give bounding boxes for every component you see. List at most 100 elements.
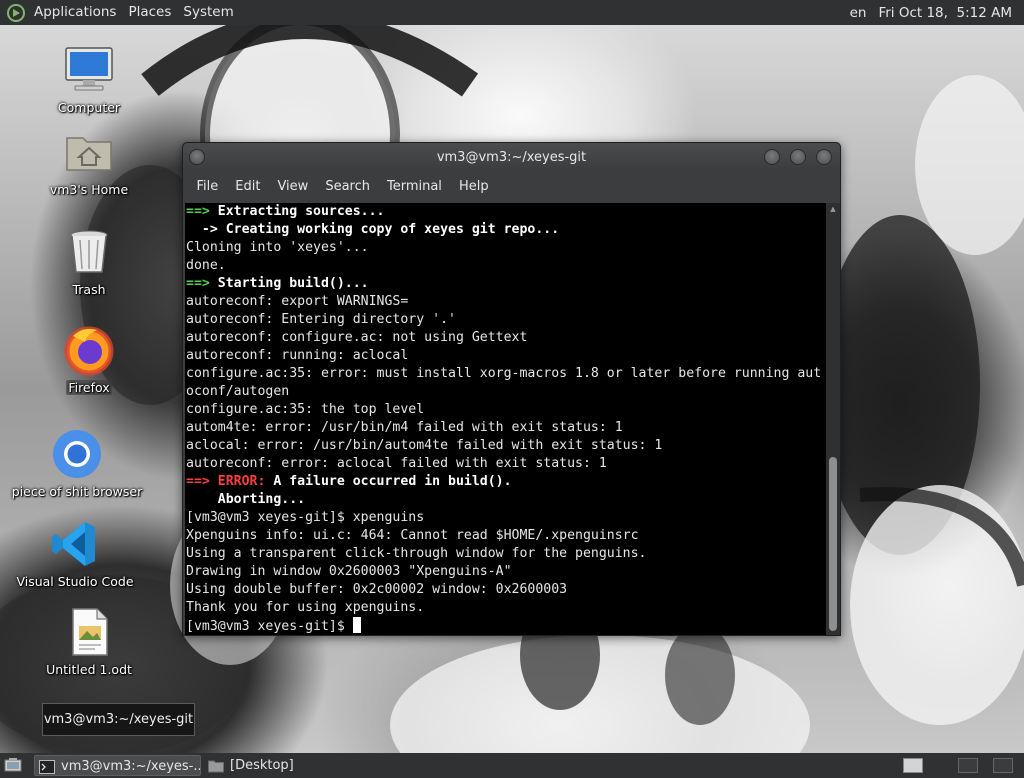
scrollbar-thumb[interactable]	[829, 457, 837, 631]
terminal-line-prefix: ==>	[186, 276, 210, 291]
menu-edit[interactable]: Edit	[227, 172, 269, 202]
menu-help[interactable]: Help	[450, 172, 497, 202]
workspace-2[interactable]	[958, 758, 978, 773]
menu-view[interactable]: View	[269, 172, 317, 202]
terminal-line-text: Xpenguins info: ui.c: 464: Cannot read $…	[186, 528, 639, 543]
terminal-window[interactable]: vm3@vm3:~/xeyes-git File Edit View Searc…	[182, 142, 841, 636]
close-button[interactable]	[816, 149, 832, 165]
menu-search[interactable]: Search	[317, 172, 379, 202]
terminal-line-text: autoreconf: running: aclocal	[186, 348, 409, 363]
desktop-icon-vscode[interactable]: Visual Studio Code	[0, 518, 150, 589]
taskbar-task-label: [Desktop]	[230, 758, 294, 773]
terminal-line: [vm3@vm3 xeyes-git]$ xpenguins	[186, 509, 424, 527]
terminal-line-text: autoreconf: export WARNINGS=	[186, 294, 409, 309]
terminal-line: oconf/autogen	[186, 383, 289, 401]
terminal-line-text: Starting build()...	[209, 276, 369, 291]
desktop-icon-trash[interactable]: Trash	[14, 226, 164, 297]
desktop-icon-label: Visual Studio Code	[16, 574, 134, 589]
terminal-line-text: autom4te: error: /usr/bin/m4 failed with…	[186, 420, 623, 435]
maximize-button[interactable]	[790, 149, 806, 165]
trash-icon	[70, 230, 108, 273]
terminal-line-text: configure.ac:35: the top level	[186, 402, 425, 417]
bottom-taskbar: vm3@vm3:~/xeyes-... [Desktop]	[0, 753, 1024, 778]
terminal-line: autoreconf: error: aclocal failed with e…	[186, 455, 607, 473]
menu-terminal[interactable]: Terminal	[378, 172, 450, 202]
terminal-scrollbar[interactable]: ▲	[826, 203, 840, 635]
top-panel: Applications Places System en Fri Oct 18…	[0, 0, 1024, 25]
taskbar-task-label: vm3@vm3:~/xeyes-...	[61, 759, 201, 774]
terminal-menubar: File Edit View Search Terminal Help	[183, 172, 840, 202]
terminal-line: configure.ac:35: the top level	[186, 401, 424, 419]
desktop-icon-firefox[interactable]: Firefox	[14, 324, 164, 395]
terminal-output[interactable]: ==> Extracting sources... -> Creating wo…	[185, 203, 826, 635]
show-desktop-icon[interactable]	[4, 757, 22, 773]
terminal-line-text: Using a transparent click-through window…	[186, 546, 647, 561]
vscode-icon	[52, 522, 95, 566]
terminal-line: autoreconf: running: aclocal	[186, 347, 408, 365]
desktop-icon-label: Computer	[57, 100, 121, 115]
terminal-line: done.	[186, 257, 226, 275]
terminal-line-text: oconf/autogen	[186, 384, 290, 399]
firefox-icon	[64, 326, 114, 376]
places-menu[interactable]: Places	[122, 0, 177, 25]
terminal-line: -> Creating working copy of xeyes git re…	[186, 221, 559, 239]
terminal-line: ==> Extracting sources...	[186, 203, 385, 221]
terminal-line-text: A failure occurred in build().	[265, 474, 512, 489]
desktop-icon-label: vm3's Home	[49, 182, 129, 197]
terminal-line: autoreconf: configure.ac: not using Gett…	[186, 329, 527, 347]
computer-icon	[65, 47, 113, 91]
minimize-button[interactable]	[764, 149, 780, 165]
workspace-1[interactable]	[903, 758, 923, 773]
taskbar-task-terminal[interactable]: vm3@vm3:~/xeyes-...	[34, 755, 201, 776]
window-menu-button[interactable]	[189, 149, 205, 165]
desktop-icon-home[interactable]: vm3's Home	[14, 126, 164, 197]
terminal-line-text: Thank you for using xpenguins.	[186, 600, 425, 615]
terminal-line-text: Extracting sources...	[209, 204, 385, 219]
terminal-titlebar[interactable]: vm3@vm3:~/xeyes-git	[183, 143, 840, 172]
desktop-icon-document[interactable]: Untitled 1.odt	[14, 606, 164, 677]
taskbar-tooltip: vm3@vm3:~/xeyes-git	[42, 703, 195, 736]
scroll-up-arrow-icon[interactable]: ▲	[829, 205, 837, 213]
terminal-line-text: aclocal: error: /usr/bin/autom4te failed…	[186, 438, 663, 453]
terminal-line: Using double buffer: 0x2c00002 window: 0…	[186, 581, 567, 599]
terminal-line: ==> Starting build()...	[186, 275, 369, 293]
desktop-icon-label: Untitled 1.odt	[46, 662, 132, 677]
terminal-line-text: autoreconf: error: aclocal failed with e…	[186, 456, 607, 471]
terminal-line: Cloning into 'xeyes'...	[186, 239, 369, 257]
home-folder-icon	[66, 137, 112, 171]
terminal-line: Xpenguins info: ui.c: 464: Cannot read $…	[186, 527, 639, 545]
system-menu[interactable]: System	[177, 0, 239, 25]
terminal-line: autoreconf: export WARNINGS=	[186, 293, 408, 311]
terminal-line: ==> ERROR: A failure occurred in build()…	[186, 473, 512, 491]
applications-menu[interactable]: Applications	[28, 0, 122, 25]
document-icon	[72, 608, 108, 656]
distro-logo-icon[interactable]	[6, 3, 26, 23]
keyboard-layout-indicator[interactable]: en	[844, 5, 873, 21]
terminal-line-prefix: ==>	[186, 204, 210, 219]
desktop-icon-label: piece of shit browser	[11, 484, 143, 499]
terminal-line-text: [vm3@vm3 xeyes-git]$ xpenguins	[186, 510, 425, 525]
desktop-icon-computer[interactable]: Computer	[14, 44, 164, 115]
panel-clock[interactable]: Fri Oct 18, 5:12 AM	[872, 5, 1018, 21]
terminal-prompt-line[interactable]: [vm3@vm3 xeyes-git]$	[186, 617, 361, 635]
terminal-line: aclocal: error: /usr/bin/autom4te failed…	[186, 437, 662, 455]
terminal-prompt: [vm3@vm3 xeyes-git]$	[186, 619, 353, 634]
terminal-title: vm3@vm3:~/xeyes-git	[436, 150, 587, 165]
chromium-icon	[53, 430, 101, 478]
workspace-3[interactable]	[993, 758, 1013, 773]
terminal-line-text: done.	[186, 258, 226, 273]
taskbar-task-desktop[interactable]: [Desktop]	[204, 755, 404, 776]
menu-file[interactable]: File	[188, 172, 227, 202]
terminal-line: Thank you for using xpenguins.	[186, 599, 424, 617]
terminal-line: autoreconf: Entering directory '.'	[186, 311, 456, 329]
terminal-line-text: Aborting...	[186, 492, 306, 507]
terminal-line-text: configure.ac:35: error: must install xor…	[186, 366, 822, 381]
desktop-icon-label: Trash	[72, 282, 106, 297]
terminal-line-text: -> Creating working copy of xeyes git re…	[186, 222, 560, 237]
terminal-line-text: Using double buffer: 0x2c00002 window: 0…	[186, 582, 568, 597]
terminal-line-text: Cloning into 'xeyes'...	[186, 240, 369, 255]
terminal-line-text: autoreconf: configure.ac: not using Gett…	[186, 330, 528, 345]
desktop-icon-label: Firefox	[66, 380, 112, 395]
desktop-icon-chromium[interactable]: piece of shit browser	[2, 428, 152, 499]
terminal-cursor	[352, 617, 361, 633]
